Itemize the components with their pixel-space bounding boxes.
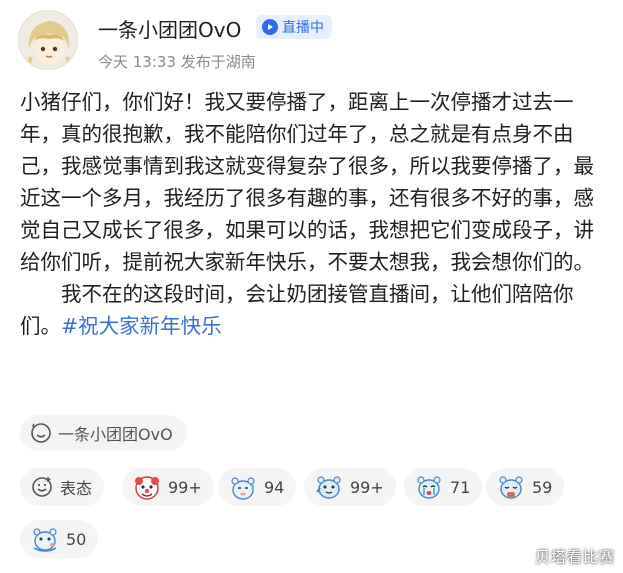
reaction-chip[interactable]: 59 bbox=[486, 468, 565, 506]
bear-sit-emoji-icon bbox=[33, 528, 57, 552]
live-badge-label: 直播中 bbox=[282, 20, 324, 36]
source-chip[interactable]: 一条小团团OvO bbox=[20, 415, 187, 451]
clown-emoji-icon bbox=[135, 476, 159, 500]
reaction-count: 99+ bbox=[168, 477, 202, 497]
post-time: 今天 13:33 bbox=[98, 53, 176, 71]
reaction-count: 99+ bbox=[350, 477, 384, 497]
reaction-chip[interactable]: 99+ bbox=[122, 468, 214, 506]
post-location: 发布于湖南 bbox=[180, 53, 256, 71]
reaction-chip[interactable]: 99+ bbox=[304, 468, 396, 506]
reaction-count: 50 bbox=[66, 529, 87, 549]
reaction-count: 94 bbox=[264, 477, 285, 497]
author-name[interactable]: 一条小团团OvO bbox=[98, 14, 241, 43]
add-reaction-label: 表态 bbox=[60, 479, 93, 498]
add-reaction-button[interactable]: 表态 bbox=[20, 468, 105, 506]
source-chip-label: 一条小团团OvO bbox=[58, 425, 173, 444]
post-body: 小猪仔们，你们好！我又要停播了，距离上一次停播才过去一年，真的很抱歉，我不能陪你… bbox=[20, 86, 605, 342]
reaction-count: 71 bbox=[450, 477, 471, 497]
live-icon bbox=[262, 19, 278, 35]
bear-wave-emoji-icon bbox=[316, 476, 341, 499]
bear-hug-emoji-icon bbox=[499, 476, 523, 499]
bear-cry-emoji-icon bbox=[417, 476, 441, 499]
post-meta: 今天 13:33 发布于湖南 bbox=[98, 51, 256, 72]
reaction-chip[interactable]: 50 bbox=[20, 520, 99, 558]
post-paragraph: 小猪仔们，你们好！我又要停播了，距离上一次停播才过去一年，真的很抱歉，我不能陪你… bbox=[20, 90, 594, 274]
live-badge[interactable]: 直播中 bbox=[256, 15, 332, 39]
bear-sweat-emoji-icon bbox=[231, 477, 255, 500]
reaction-count: 59 bbox=[532, 477, 553, 497]
post-paragraph: 我不在的这段时间，会让奶团接管直播间，让他们陪陪你们。#祝大家新年快乐 bbox=[20, 278, 605, 342]
watermark: 贝塔看比赛 bbox=[534, 548, 615, 566]
reaction-chip[interactable]: 94 bbox=[218, 468, 297, 506]
hashtag-link[interactable]: #祝大家新年快乐 bbox=[61, 314, 222, 338]
avatar[interactable] bbox=[18, 10, 78, 70]
add-emoji-icon bbox=[32, 477, 52, 497]
reaction-chip[interactable]: 71 bbox=[404, 468, 483, 506]
smiley-outline-icon bbox=[31, 423, 51, 443]
post-header: 一条小团团OvO 直播中 今天 13:33 发布于湖南 bbox=[18, 10, 598, 74]
